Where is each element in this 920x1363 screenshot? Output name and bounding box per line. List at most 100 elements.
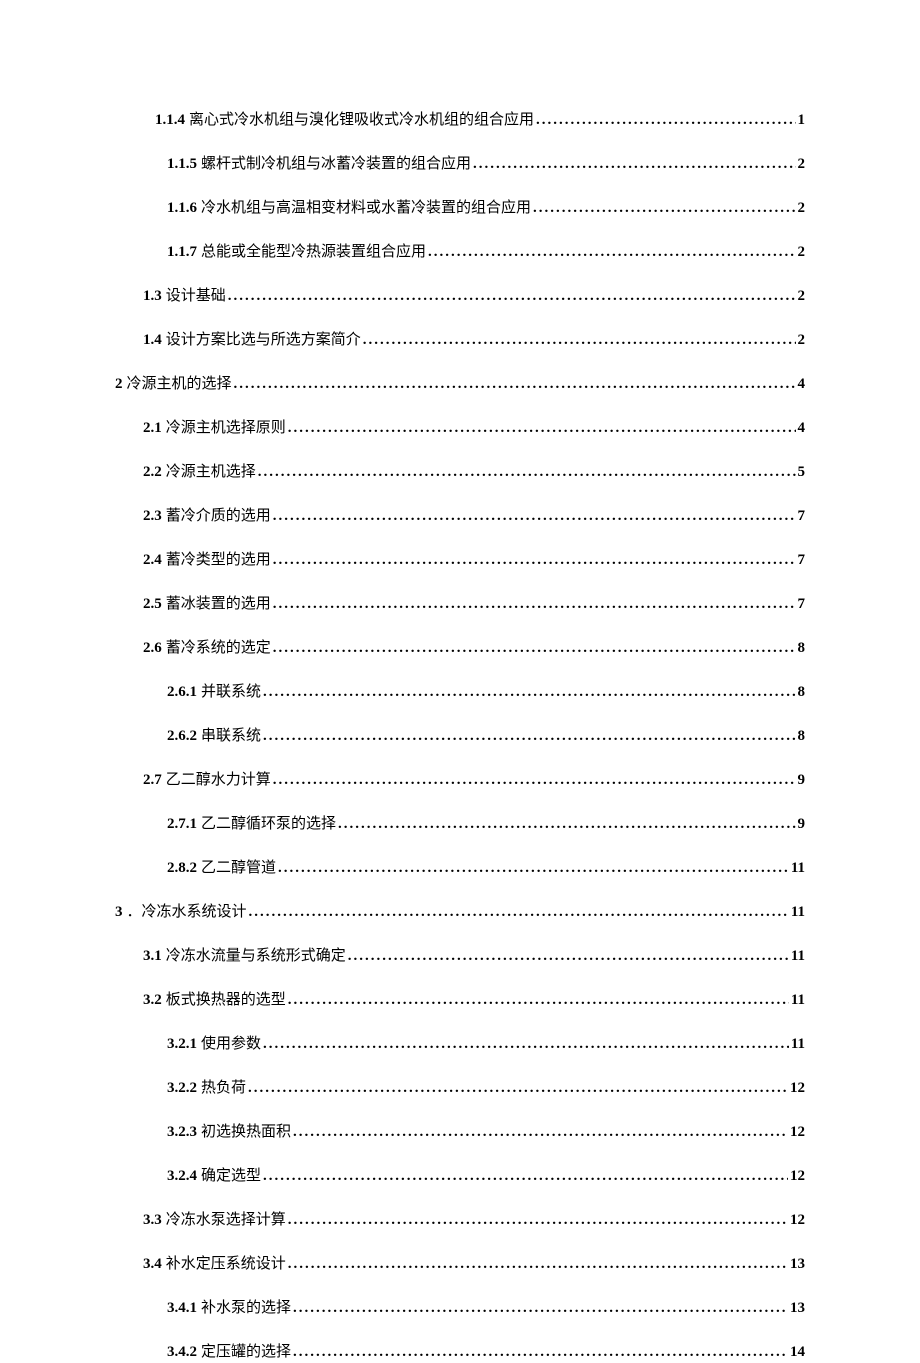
- toc-entry-number: 3.2.2: [167, 1078, 197, 1099]
- toc-entry-number: 1.1.6: [167, 198, 197, 219]
- toc-entry-page: 12: [790, 1210, 805, 1231]
- toc-entry-number: 3.4.2: [167, 1342, 197, 1363]
- toc-entry-number: 2.6.1: [167, 682, 197, 703]
- toc-entry-title: 初选换热面积: [201, 1122, 291, 1143]
- toc-entry-number: 2.1: [143, 418, 162, 439]
- toc-entry: 2.6蓄冷系统的选定8: [115, 638, 805, 659]
- toc-entry-title: 确定选型: [201, 1166, 261, 1187]
- toc-entry: 3.1冷冻水流量与系统形式确定11: [115, 946, 805, 967]
- toc-entry: 1.4设计方案比选与所选方案简介2: [115, 330, 805, 351]
- toc-entry-page: 11: [791, 858, 805, 879]
- toc-entry-number: 3.2.3: [167, 1122, 197, 1143]
- toc-entry-title: 设计基础: [166, 286, 226, 307]
- toc-entry-title: 串联系统: [201, 726, 261, 747]
- toc-entry-number: 3.4: [143, 1254, 162, 1275]
- toc-leader-dots: [263, 726, 795, 747]
- toc-leader-dots: [249, 902, 789, 923]
- toc-entry: 1.1.5螺杆式制冷机组与冰蓄冷装置的组合应用2: [115, 154, 805, 175]
- toc-entry-number: 2.7.1: [167, 814, 197, 835]
- toc-entry-page: 12: [790, 1078, 805, 1099]
- toc-entry-title: 补水泵的选择: [201, 1298, 291, 1319]
- toc-entry-title: 冷水机组与高温相变材料或水蓄冷装置的组合应用: [201, 198, 531, 219]
- toc-entry-title: 螺杆式制冷机组与冰蓄冷装置的组合应用: [201, 154, 471, 175]
- toc-entry-page: 8: [798, 682, 806, 703]
- toc-entry-title: 热负荷: [201, 1078, 246, 1099]
- toc-entry-number: 1.4: [143, 330, 162, 351]
- toc-entry: 2.6.1并联系统8: [115, 682, 805, 703]
- toc-entry-title: 补水定压系统设计: [166, 1254, 286, 1275]
- toc-entry-title: 冷源主机的选择: [127, 374, 232, 395]
- toc-entry-page: 14: [790, 1342, 805, 1363]
- toc-entry: 3.2.3初选换热面积 12: [115, 1122, 805, 1143]
- toc-entry: 1.3设计基础 2: [115, 286, 805, 307]
- toc-leader-dots: [273, 550, 796, 571]
- toc-entry-title: 冷冻水流量与系统形式确定: [166, 946, 346, 967]
- toc-entry: 2.6.2串联系统8: [115, 726, 805, 747]
- toc-entry-page: 7: [798, 506, 806, 527]
- toc-entry-title: ．冷冻水系统设计: [127, 902, 247, 923]
- toc-entry: 3.4.2定压罐的选择 14: [115, 1342, 805, 1363]
- toc-entry-title: 冷源主机选择原则: [166, 418, 286, 439]
- toc-entry: 2.5蓄冰装置的选用 7: [115, 594, 805, 615]
- toc-entry-page: 7: [798, 594, 806, 615]
- toc-entry-page: 13: [790, 1254, 805, 1275]
- toc-entry-number: 3.4.1: [167, 1298, 197, 1319]
- toc-entry-number: 3.2: [143, 990, 162, 1011]
- toc-leader-dots: [473, 154, 795, 175]
- toc-leader-dots: [273, 638, 796, 659]
- toc-entry-number: 3.3: [143, 1210, 162, 1231]
- toc-entry-number: 1.3: [143, 286, 162, 307]
- toc-entry-page: 13: [790, 1298, 805, 1319]
- toc-entry-title: 蓄冷类型的选用: [166, 550, 271, 571]
- toc-entry-number: 1.1.4: [155, 110, 185, 131]
- toc-entry-title: 定压罐的选择: [201, 1342, 291, 1363]
- toc-entry-number: 2.4: [143, 550, 162, 571]
- toc-entry-title: 冷冻水泵选择计算: [166, 1210, 286, 1231]
- toc-leader-dots: [248, 1078, 788, 1099]
- toc-entry-page: 4: [798, 418, 806, 439]
- toc-leader-dots: [228, 286, 796, 307]
- toc-leader-dots: [338, 814, 795, 835]
- toc-leader-dots: [536, 110, 795, 131]
- toc-leader-dots: [263, 1034, 789, 1055]
- toc-entry-number: 2.6: [143, 638, 162, 659]
- toc-entry: 2.1冷源主机选择原则 4: [115, 418, 805, 439]
- toc-entry-page: 8: [798, 638, 806, 659]
- toc-leader-dots: [273, 594, 796, 615]
- toc-entry: 3.4.1补水泵的选择 13: [115, 1298, 805, 1319]
- toc-entry-title: 乙二醇水力计算: [166, 770, 271, 791]
- toc-leader-dots: [533, 198, 795, 219]
- toc-leader-dots: [258, 462, 796, 483]
- toc-entry-page: 2: [798, 330, 806, 351]
- toc-entry-number: 3.2.1: [167, 1034, 197, 1055]
- toc-entry-number: 2: [115, 374, 123, 395]
- toc-entry-number: 2.3: [143, 506, 162, 527]
- toc-leader-dots: [288, 1210, 788, 1231]
- toc-entry-number: 3.1: [143, 946, 162, 967]
- toc-entry-page: 2: [798, 198, 806, 219]
- toc-entry: 3．冷冻水系统设计11: [115, 902, 805, 923]
- toc-entry-title: 总能或全能型冷热源装置组合应用: [201, 242, 426, 263]
- toc-entry: 3.3冷冻水泵选择计算 12: [115, 1210, 805, 1231]
- toc-entry: 2.3蓄冷介质的选用7: [115, 506, 805, 527]
- toc-leader-dots: [293, 1342, 788, 1363]
- toc-entry-title: 蓄冰装置的选用: [166, 594, 271, 615]
- toc-entry-page: 7: [798, 550, 806, 571]
- toc-entry-number: 2.5: [143, 594, 162, 615]
- toc-entry-page: 2: [798, 242, 806, 263]
- toc-entry: 3.4补水定压系统设计 13: [115, 1254, 805, 1275]
- toc-entry-page: 2: [798, 286, 806, 307]
- toc-entry-page: 9: [798, 770, 806, 791]
- toc-leader-dots: [363, 330, 796, 351]
- toc-entry: 2.8.2乙二醇管道11: [115, 858, 805, 879]
- toc-leader-dots: [273, 506, 796, 527]
- toc-entry-page: 12: [790, 1122, 805, 1143]
- toc-entry: 1.1.4离心式冷水机组与溴化锂吸收式冷水机组的组合应用1: [115, 110, 805, 131]
- toc-entry-page: 9: [798, 814, 806, 835]
- toc-leader-dots: [293, 1122, 788, 1143]
- toc-entry-title: 使用参数: [201, 1034, 261, 1055]
- toc-entry: 3.2.1使用参数11: [115, 1034, 805, 1055]
- toc-leader-dots: [293, 1298, 788, 1319]
- toc-entry-title: 板式换热器的选型: [166, 990, 286, 1011]
- toc-entry: 2.7乙二醇水力计算9: [115, 770, 805, 791]
